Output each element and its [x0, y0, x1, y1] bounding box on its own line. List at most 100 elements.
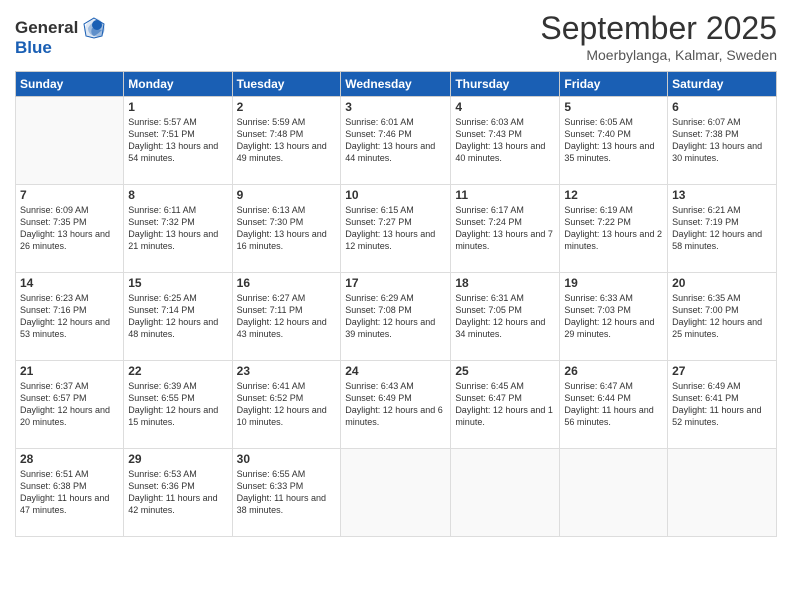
- day-info-19: Sunrise: 6:33 AM Sunset: 7:03 PM Dayligh…: [564, 292, 663, 341]
- header-thursday: Thursday: [451, 72, 560, 97]
- week-row-0: 1 Sunrise: 5:57 AM Sunset: 7:51 PM Daylig…: [16, 97, 777, 185]
- calendar-cell-4-2: 30 Sunrise: 6:55 AM Sunset: 6:33 PM Dayli…: [232, 449, 341, 537]
- calendar-cell-4-6: [668, 449, 777, 537]
- day-info-26: Sunrise: 6:47 AM Sunset: 6:44 PM Dayligh…: [564, 380, 663, 429]
- calendar-cell-4-0: 28 Sunrise: 6:51 AM Sunset: 6:38 PM Dayli…: [16, 449, 124, 537]
- day-number-14: 14: [20, 276, 119, 290]
- day-number-16: 16: [237, 276, 337, 290]
- header: General Blue September 2025 Moerbylanga,…: [15, 10, 777, 63]
- day-number-5: 5: [564, 100, 663, 114]
- day-number-1: 1: [128, 100, 227, 114]
- calendar-cell-1-1: 8 Sunrise: 6:11 AM Sunset: 7:32 PM Daylig…: [124, 185, 232, 273]
- calendar-cell-3-0: 21Sunrise: 6:37 AM Sunset: 6:57 PM Dayli…: [16, 361, 124, 449]
- title-block: September 2025 Moerbylanga, Kalmar, Swed…: [540, 10, 777, 63]
- day-number-7: 7: [20, 188, 119, 202]
- day-info-4: Sunrise: 6:03 AM Sunset: 7:43 PM Dayligh…: [455, 116, 555, 165]
- calendar-cell-4-1: 29 Sunrise: 6:53 AM Sunset: 6:36 PM Dayli…: [124, 449, 232, 537]
- day-number-18: 18: [455, 276, 555, 290]
- day-number-19: 19: [564, 276, 663, 290]
- day-number-26: 26: [564, 364, 663, 378]
- calendar-cell-0-3: 3 Sunrise: 6:01 AM Sunset: 7:46 PM Daylig…: [341, 97, 451, 185]
- calendar-cell-0-1: 1 Sunrise: 5:57 AM Sunset: 7:51 PM Daylig…: [124, 97, 232, 185]
- day-number-30: 30: [237, 452, 337, 466]
- calendar-cell-1-0: 7 Sunrise: 6:09 AM Sunset: 7:35 PM Daylig…: [16, 185, 124, 273]
- header-saturday: Saturday: [668, 72, 777, 97]
- calendar-cell-2-1: 15Sunrise: 6:25 AM Sunset: 7:14 PM Dayli…: [124, 273, 232, 361]
- day-info-22: Sunrise: 6:39 AM Sunset: 6:55 PM Dayligh…: [128, 380, 227, 429]
- page: General Blue September 2025 Moerbylanga,…: [0, 0, 792, 612]
- calendar-cell-1-6: 13Sunrise: 6:21 AM Sunset: 7:19 PM Dayli…: [668, 185, 777, 273]
- day-number-24: 24: [345, 364, 446, 378]
- day-number-9: 9: [237, 188, 337, 202]
- day-info-11: Sunrise: 6:17 AM Sunset: 7:24 PM Dayligh…: [455, 204, 555, 253]
- day-number-25: 25: [455, 364, 555, 378]
- day-info-9: Sunrise: 6:13 AM Sunset: 7:30 PM Dayligh…: [237, 204, 337, 253]
- calendar-cell-1-2: 9 Sunrise: 6:13 AM Sunset: 7:30 PM Daylig…: [232, 185, 341, 273]
- week-row-3: 21Sunrise: 6:37 AM Sunset: 6:57 PM Dayli…: [16, 361, 777, 449]
- calendar-cell-0-4: 4 Sunrise: 6:03 AM Sunset: 7:43 PM Daylig…: [451, 97, 560, 185]
- calendar-table: Sunday Monday Tuesday Wednesday Thursday…: [15, 71, 777, 537]
- day-info-10: Sunrise: 6:15 AM Sunset: 7:27 PM Dayligh…: [345, 204, 446, 253]
- calendar-cell-3-6: 27Sunrise: 6:49 AM Sunset: 6:41 PM Dayli…: [668, 361, 777, 449]
- calendar-cell-3-4: 25 Sunrise: 6:45 AM Sunset: 6:47 PM Dayli…: [451, 361, 560, 449]
- day-number-22: 22: [128, 364, 227, 378]
- header-friday: Friday: [560, 72, 668, 97]
- day-info-14: Sunrise: 6:23 AM Sunset: 7:16 PM Dayligh…: [20, 292, 119, 341]
- day-number-11: 11: [455, 188, 555, 202]
- calendar-cell-0-5: 5Sunrise: 6:05 AM Sunset: 7:40 PM Daylig…: [560, 97, 668, 185]
- week-row-4: 28 Sunrise: 6:51 AM Sunset: 6:38 PM Dayli…: [16, 449, 777, 537]
- calendar-cell-2-3: 17Sunrise: 6:29 AM Sunset: 7:08 PM Dayli…: [341, 273, 451, 361]
- day-number-12: 12: [564, 188, 663, 202]
- calendar-cell-2-2: 16 Sunrise: 6:27 AM Sunset: 7:11 PM Dayli…: [232, 273, 341, 361]
- calendar-cell-2-0: 14 Sunrise: 6:23 AM Sunset: 7:16 PM Dayli…: [16, 273, 124, 361]
- logo-icon: [80, 14, 108, 42]
- week-row-2: 14 Sunrise: 6:23 AM Sunset: 7:16 PM Dayli…: [16, 273, 777, 361]
- calendar-cell-3-3: 24Sunrise: 6:43 AM Sunset: 6:49 PM Dayli…: [341, 361, 451, 449]
- calendar-cell-1-4: 11 Sunrise: 6:17 AM Sunset: 7:24 PM Dayli…: [451, 185, 560, 273]
- location-subtitle: Moerbylanga, Kalmar, Sweden: [540, 47, 777, 63]
- header-tuesday: Tuesday: [232, 72, 341, 97]
- logo: General Blue: [15, 14, 108, 58]
- day-number-8: 8: [128, 188, 227, 202]
- day-info-18: Sunrise: 6:31 AM Sunset: 7:05 PM Dayligh…: [455, 292, 555, 341]
- logo-general: General: [15, 18, 78, 38]
- day-number-4: 4: [455, 100, 555, 114]
- day-number-27: 27: [672, 364, 772, 378]
- month-title: September 2025: [540, 10, 777, 47]
- day-number-20: 20: [672, 276, 772, 290]
- day-info-28: Sunrise: 6:51 AM Sunset: 6:38 PM Dayligh…: [20, 468, 119, 517]
- calendar-cell-4-4: [451, 449, 560, 537]
- day-number-6: 6: [672, 100, 772, 114]
- logo-text: General Blue: [15, 14, 108, 58]
- day-info-8: Sunrise: 6:11 AM Sunset: 7:32 PM Dayligh…: [128, 204, 227, 253]
- day-info-17: Sunrise: 6:29 AM Sunset: 7:08 PM Dayligh…: [345, 292, 446, 341]
- day-number-21: 21: [20, 364, 119, 378]
- day-info-7: Sunrise: 6:09 AM Sunset: 7:35 PM Dayligh…: [20, 204, 119, 253]
- calendar-cell-2-6: 20 Sunrise: 6:35 AM Sunset: 7:00 PM Dayli…: [668, 273, 777, 361]
- calendar-cell-3-1: 22 Sunrise: 6:39 AM Sunset: 6:55 PM Dayli…: [124, 361, 232, 449]
- day-number-23: 23: [237, 364, 337, 378]
- day-number-28: 28: [20, 452, 119, 466]
- day-info-2: Sunrise: 5:59 AM Sunset: 7:48 PM Dayligh…: [237, 116, 337, 165]
- calendar-cell-1-5: 12Sunrise: 6:19 AM Sunset: 7:22 PM Dayli…: [560, 185, 668, 273]
- week-row-1: 7 Sunrise: 6:09 AM Sunset: 7:35 PM Daylig…: [16, 185, 777, 273]
- day-info-20: Sunrise: 6:35 AM Sunset: 7:00 PM Dayligh…: [672, 292, 772, 341]
- day-info-13: Sunrise: 6:21 AM Sunset: 7:19 PM Dayligh…: [672, 204, 772, 253]
- calendar-cell-0-0: [16, 97, 124, 185]
- calendar-cell-0-2: 2 Sunrise: 5:59 AM Sunset: 7:48 PM Daylig…: [232, 97, 341, 185]
- day-info-30: Sunrise: 6:55 AM Sunset: 6:33 PM Dayligh…: [237, 468, 337, 517]
- header-monday: Monday: [124, 72, 232, 97]
- day-number-29: 29: [128, 452, 227, 466]
- day-info-25: Sunrise: 6:45 AM Sunset: 6:47 PM Dayligh…: [455, 380, 555, 429]
- day-number-15: 15: [128, 276, 227, 290]
- day-info-29: Sunrise: 6:53 AM Sunset: 6:36 PM Dayligh…: [128, 468, 227, 517]
- calendar-cell-4-3: [341, 449, 451, 537]
- day-info-6: Sunrise: 6:07 AM Sunset: 7:38 PM Dayligh…: [672, 116, 772, 165]
- calendar-cell-3-5: 26 Sunrise: 6:47 AM Sunset: 6:44 PM Dayli…: [560, 361, 668, 449]
- day-info-1: Sunrise: 5:57 AM Sunset: 7:51 PM Dayligh…: [128, 116, 227, 165]
- day-info-3: Sunrise: 6:01 AM Sunset: 7:46 PM Dayligh…: [345, 116, 446, 165]
- day-info-16: Sunrise: 6:27 AM Sunset: 7:11 PM Dayligh…: [237, 292, 337, 341]
- day-number-2: 2: [237, 100, 337, 114]
- day-number-10: 10: [345, 188, 446, 202]
- day-number-3: 3: [345, 100, 446, 114]
